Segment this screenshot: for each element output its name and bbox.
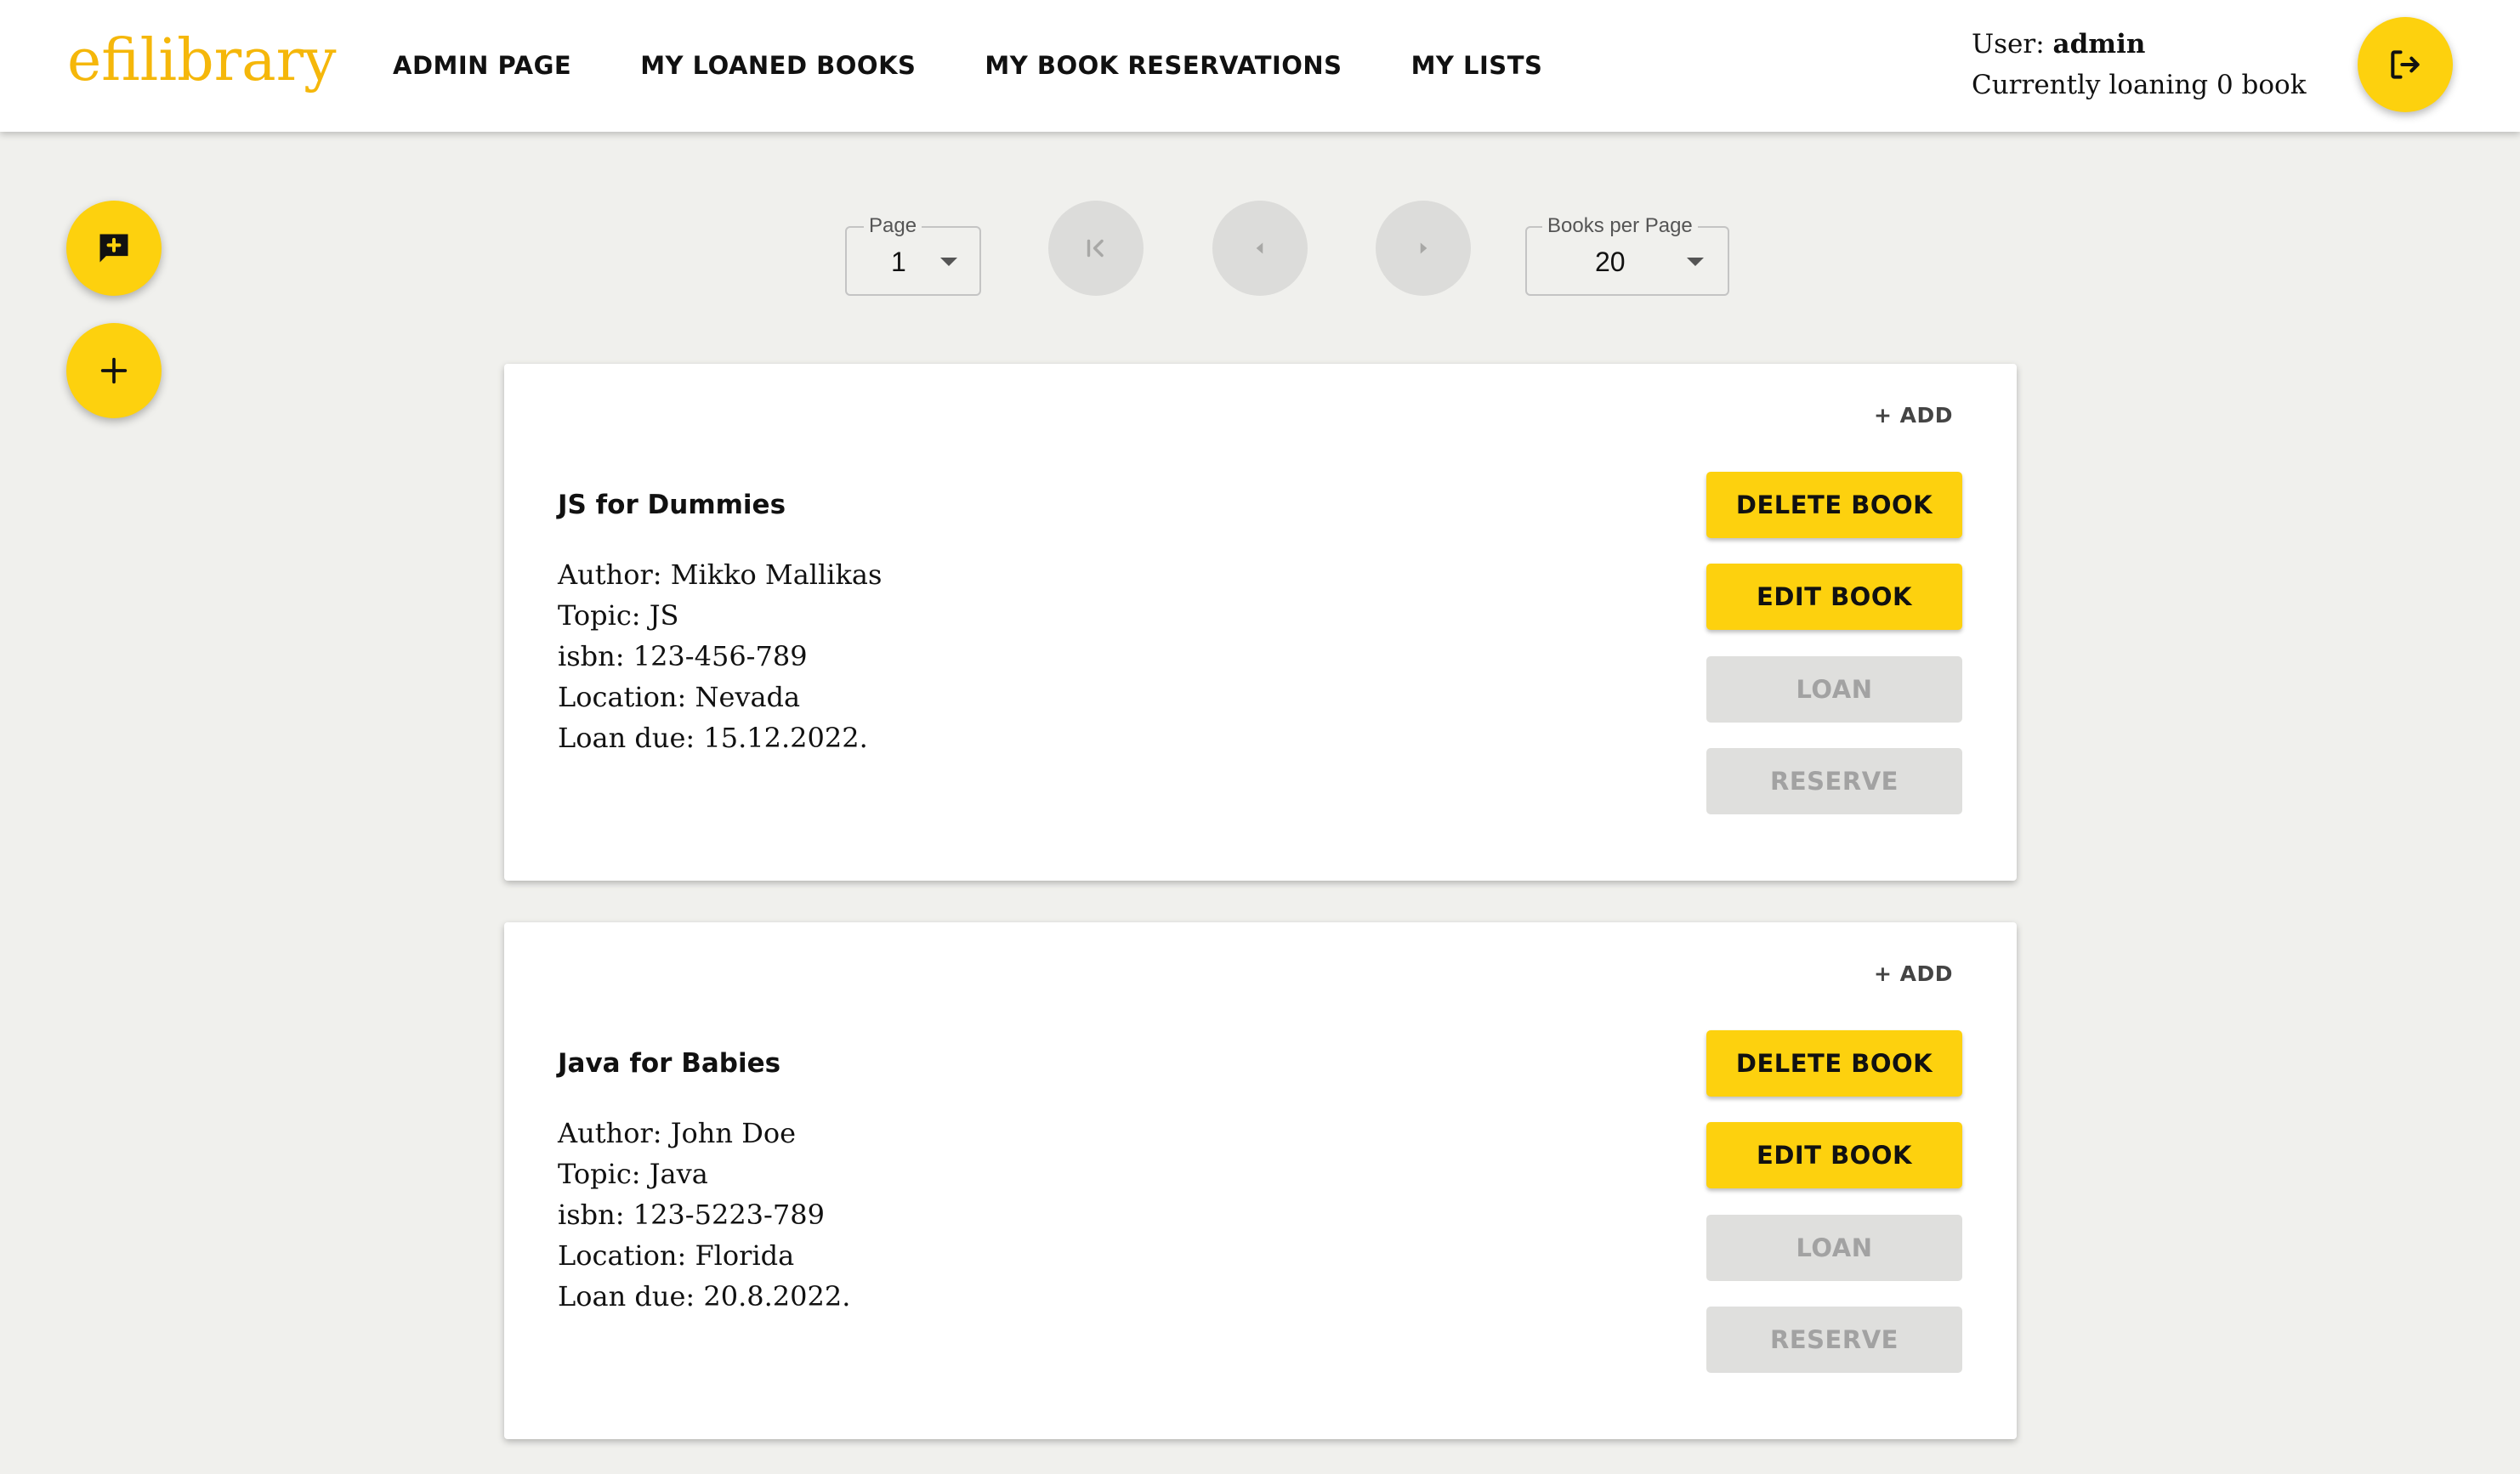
edit-book-button[interactable]: EDIT BOOK [1706, 1122, 1962, 1188]
add-list-button[interactable] [66, 201, 162, 296]
page-select[interactable]: Page 1 [845, 213, 981, 296]
loan-button[interactable]: LOAN [1706, 656, 1962, 723]
edit-book-button[interactable]: EDIT BOOK [1706, 564, 1962, 630]
loan-button[interactable]: LOAN [1706, 1215, 1962, 1281]
user-info: User: admin Currently loaning 0 book [1972, 24, 2307, 105]
books-per-page-value: 20 [1595, 247, 1626, 277]
book-author: Author: Mikko Mallikas [558, 558, 883, 591]
book-location: Location: Nevada [558, 681, 801, 713]
delete-book-button[interactable]: DELETE BOOK [1706, 1030, 1962, 1097]
nav-my-loaned-books[interactable]: MY LOANED BOOKS [640, 51, 916, 80]
user-name: admin [2052, 29, 2146, 60]
reserve-button[interactable]: RESERVE [1706, 1307, 1962, 1373]
book-details: Author: John Doe Topic: Java isbn: 123-5… [558, 1113, 850, 1317]
main-nav: ADMIN PAGE MY LOANED BOOKS MY BOOK RESER… [393, 43, 1611, 88]
book-location: Location: Florida [558, 1239, 795, 1272]
chevron-right-icon [1420, 242, 1427, 254]
book-loan-due: Loan due: 20.8.2022. [558, 1280, 851, 1312]
page-select-label: Page [864, 213, 922, 239]
user-line: User: admin [1972, 24, 2307, 65]
book-topic: Topic: Java [558, 1158, 708, 1190]
delete-book-button[interactable]: DELETE BOOK [1706, 472, 1962, 538]
chevron-left-icon [1256, 242, 1263, 254]
nav-my-lists[interactable]: MY LISTS [1411, 51, 1543, 80]
loan-status: Currently loaning 0 book [1972, 70, 2307, 100]
add-to-list-button[interactable]: + ADD [1874, 961, 1953, 986]
plus-icon [100, 357, 128, 384]
books-per-page-label: Books per Page [1542, 213, 1698, 239]
add-comment-icon [99, 234, 128, 263]
nav-admin-page[interactable]: ADMIN PAGE [393, 51, 571, 80]
reserve-button[interactable]: RESERVE [1706, 748, 1962, 814]
book-details: Author: Mikko Mallikas Topic: JS isbn: 1… [558, 554, 882, 758]
book-isbn: isbn: 123-456-789 [558, 640, 808, 672]
book-loan-due: Loan due: 15.12.2022. [558, 722, 868, 754]
first-page-button[interactable] [1048, 201, 1144, 296]
first-page-icon [1087, 239, 1104, 258]
book-author: Author: John Doe [558, 1117, 797, 1149]
next-page-button[interactable] [1376, 201, 1471, 296]
user-prefix: User: [1972, 29, 2053, 60]
book-title: Java for Babies [558, 1048, 781, 1079]
app-logo[interactable]: efilibrary [67, 19, 337, 104]
app-header: efilibrary ADMIN PAGE MY LOANED BOOKS MY… [0, 0, 2520, 132]
logout-button[interactable] [2358, 17, 2453, 112]
book-card: + ADD JS for Dummies Author: Mikko Malli… [504, 364, 2017, 881]
prev-page-button[interactable] [1212, 201, 1308, 296]
book-isbn: isbn: 123-5223-789 [558, 1199, 825, 1231]
logout-icon [2391, 50, 2420, 79]
books-per-page-select[interactable]: Books per Page 20 [1525, 213, 1729, 296]
page-select-value: 1 [891, 247, 906, 277]
nav-my-book-reservations[interactable]: MY BOOK RESERVATIONS [985, 51, 1342, 80]
book-title: JS for Dummies [558, 490, 786, 520]
chevron-down-icon [940, 258, 957, 266]
book-card: + ADD Java for Babies Author: John Doe T… [504, 922, 2017, 1439]
book-topic: Topic: JS [558, 599, 679, 632]
add-book-button[interactable] [66, 323, 162, 418]
chevron-down-icon [1687, 258, 1704, 266]
add-to-list-button[interactable]: + ADD [1874, 403, 1953, 428]
